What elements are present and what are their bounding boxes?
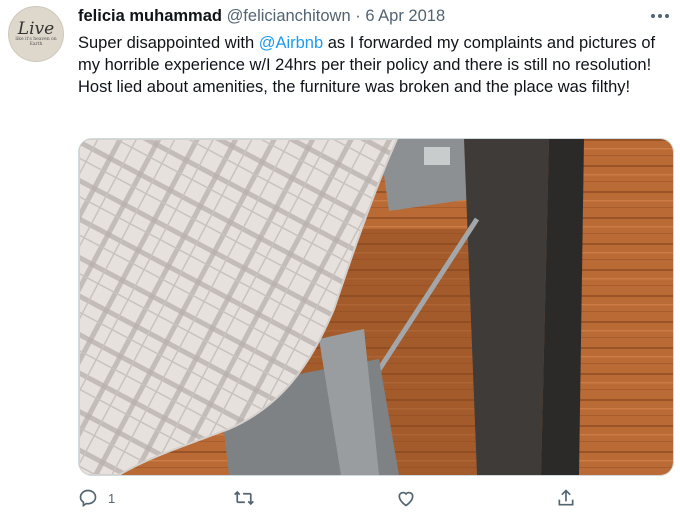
- user-handle[interactable]: @felicianchitown: [227, 7, 351, 25]
- like-icon[interactable]: [396, 488, 416, 508]
- more-options-icon[interactable]: [648, 10, 672, 22]
- share-button[interactable]: [556, 488, 576, 508]
- avatar[interactable]: Live like it's heaven on Earth: [8, 6, 64, 62]
- tweet-text: Super disappointed with @Airbnb as I for…: [78, 32, 670, 98]
- tweet-header: felicia muhammad @felicianchitown · 6 Ap…: [78, 6, 445, 26]
- tweet-card[interactable]: Live like it's heaven on Earth felicia m…: [0, 0, 680, 520]
- share-icon[interactable]: [556, 488, 576, 508]
- display-name[interactable]: felicia muhammad: [78, 7, 222, 25]
- header-separator: ·: [355, 7, 361, 25]
- retweet-icon[interactable]: [233, 488, 255, 508]
- tweet-photo[interactable]: [78, 138, 674, 476]
- reply-icon[interactable]: [78, 488, 98, 508]
- photo-broken-bed-frame: [79, 139, 673, 475]
- like-button[interactable]: [396, 488, 416, 508]
- tweet-text-part-1: Super disappointed with: [78, 34, 259, 52]
- avatar-logo-word: Live: [17, 19, 55, 39]
- avatar-logo-subtext: like it's heaven on Earth: [15, 37, 57, 47]
- mention-link[interactable]: @Airbnb: [259, 34, 323, 52]
- tweet-date[interactable]: 6 Apr 2018: [365, 7, 445, 25]
- retweet-button[interactable]: [233, 488, 255, 508]
- reply-count: 1: [108, 490, 116, 506]
- tweet-actions: 1: [78, 484, 672, 516]
- reply-button[interactable]: 1: [78, 488, 115, 508]
